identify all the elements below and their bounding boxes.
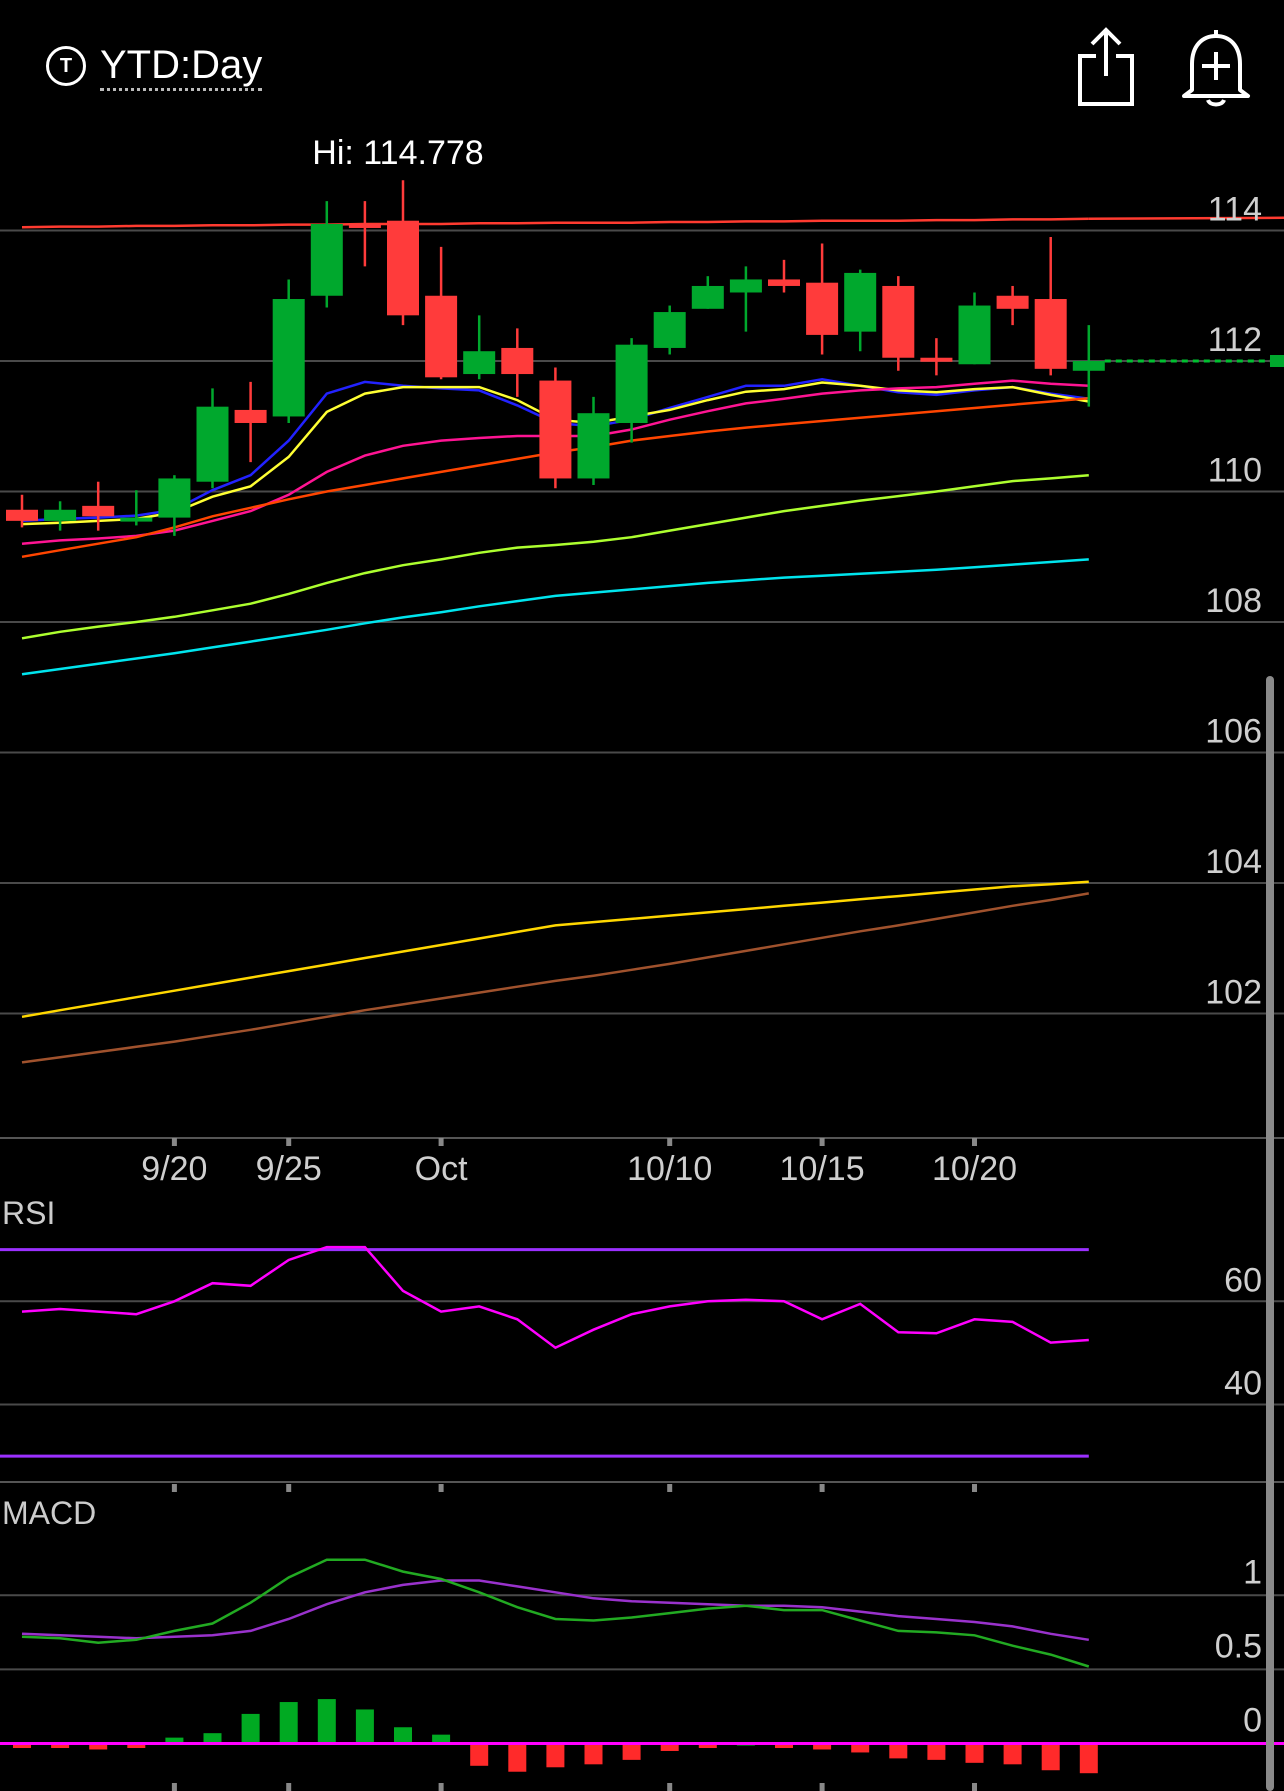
candle-body-up bbox=[729, 279, 762, 293]
price-tick-label: 114 bbox=[1208, 191, 1262, 229]
candle-body-up bbox=[196, 406, 229, 482]
date-tick-label: 10/15 bbox=[780, 1150, 865, 1188]
rsi-panel: 60 40 bbox=[0, 1245, 1284, 1492]
macd-histogram-bar bbox=[927, 1743, 946, 1760]
price-tick-label: 106 bbox=[1205, 713, 1262, 751]
date-tick-label: 9/20 bbox=[141, 1150, 207, 1188]
candle-body-down bbox=[882, 285, 915, 358]
date-tick-label: 9/25 bbox=[256, 1150, 322, 1188]
candle-body-up bbox=[958, 305, 991, 365]
moving-average-line bbox=[21, 217, 1089, 229]
candle-body-down bbox=[806, 282, 839, 335]
macd-histogram-bar bbox=[355, 1709, 374, 1744]
date-tick-label: Oct bbox=[415, 1150, 468, 1188]
price-tick-label: 108 bbox=[1205, 582, 1262, 620]
macd-tick-label: 0.5 bbox=[1215, 1627, 1262, 1665]
high-label: Hi: 114.778 bbox=[312, 134, 483, 172]
macd-tick-label: 0 bbox=[1243, 1702, 1262, 1740]
candle-body-up bbox=[844, 272, 877, 332]
rsi-tick-label: 40 bbox=[1224, 1365, 1262, 1403]
candle-body-down bbox=[996, 295, 1029, 309]
macd-histogram-bar bbox=[622, 1743, 641, 1760]
candle-body-down bbox=[82, 505, 115, 517]
price-tick-label: 112 bbox=[1208, 321, 1262, 359]
candle-body-up bbox=[691, 285, 724, 309]
macd-histogram-bar bbox=[241, 1713, 260, 1744]
date-tick-label: 10/20 bbox=[932, 1150, 1017, 1188]
moving-average-line bbox=[21, 558, 1089, 676]
macd-line bbox=[21, 1558, 1090, 1668]
candle-body-down bbox=[1034, 299, 1067, 369]
vertical-scrollbar[interactable] bbox=[1266, 676, 1274, 1791]
rsi-line bbox=[21, 1245, 1089, 1350]
moving-average-line bbox=[21, 880, 1089, 1019]
candle-body-up bbox=[653, 312, 686, 348]
rsi-label: RSI bbox=[2, 1195, 55, 1231]
macd-histogram-bar bbox=[1041, 1743, 1060, 1771]
price-tick-label: 110 bbox=[1208, 452, 1262, 490]
macd-histogram-bar bbox=[470, 1743, 489, 1766]
last-price-marker bbox=[1270, 355, 1284, 367]
candlesticks bbox=[6, 180, 1284, 536]
candle-body-down bbox=[768, 279, 800, 286]
macd-histogram-bar bbox=[203, 1733, 222, 1744]
price-axis-labels: 114 112 110 108 106 104 102 bbox=[1205, 191, 1262, 1012]
candle-body-up bbox=[463, 351, 496, 375]
date-axis-labels: 9/20 9/25 Oct 10/10 10/15 10/20 bbox=[141, 1138, 1017, 1188]
candle-body-down bbox=[6, 509, 38, 521]
candle-body-up bbox=[577, 413, 610, 479]
candle-body-up bbox=[120, 517, 153, 522]
macd-panel: 10.50 bbox=[0, 1553, 1284, 1791]
candle-body-up bbox=[272, 299, 305, 417]
candle-body-up bbox=[158, 478, 191, 518]
macd-histogram-bar bbox=[508, 1743, 527, 1772]
macd-histogram-bar bbox=[546, 1743, 565, 1768]
chart-area[interactable]: Hi: 114.778 RSI MACD 1141121101081061041… bbox=[0, 0, 1284, 1791]
candle-body-down bbox=[348, 223, 381, 228]
candle-body-down bbox=[920, 357, 953, 362]
candle-body-up bbox=[44, 509, 77, 521]
rsi-tick-label: 60 bbox=[1224, 1261, 1262, 1299]
candle-body-up bbox=[615, 344, 648, 423]
moving-average-lines bbox=[21, 216, 1284, 1064]
price-tick-label: 104 bbox=[1205, 843, 1262, 881]
candle-body-down bbox=[425, 295, 458, 378]
macd-histogram-bar bbox=[584, 1743, 603, 1765]
macd-label: MACD bbox=[2, 1495, 96, 1531]
macd-histogram-bar bbox=[1003, 1743, 1022, 1765]
macd-histogram-bar bbox=[965, 1743, 984, 1763]
candle-body-up bbox=[1072, 361, 1105, 371]
candle-body-down bbox=[539, 380, 572, 479]
candle-body-up bbox=[310, 223, 343, 296]
price-tick-label: 102 bbox=[1205, 974, 1262, 1012]
candle-body-down bbox=[501, 347, 534, 375]
macd-histogram-bar bbox=[1079, 1743, 1098, 1774]
macd-histogram-bar bbox=[889, 1743, 908, 1759]
candle-body-down bbox=[387, 220, 419, 316]
macd-tick-label: 1 bbox=[1243, 1553, 1262, 1591]
macd-histogram-bar bbox=[394, 1727, 412, 1744]
macd-histogram-bar bbox=[317, 1699, 336, 1744]
moving-average-line bbox=[21, 892, 1090, 1064]
date-tick-label: 10/10 bbox=[627, 1150, 712, 1188]
candle-body-down bbox=[234, 409, 267, 423]
macd-histogram-bar bbox=[279, 1702, 298, 1744]
